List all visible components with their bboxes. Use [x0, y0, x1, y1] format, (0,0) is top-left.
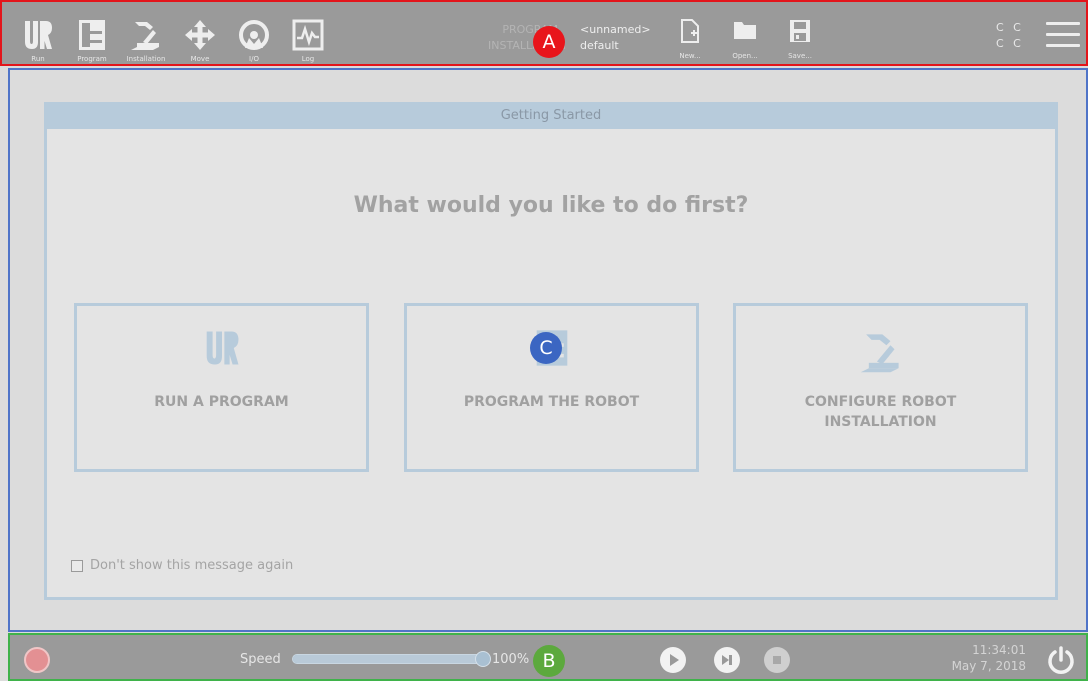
speed-slider[interactable] — [292, 651, 491, 667]
dialog-title: Getting Started — [47, 105, 1055, 129]
stop-icon — [773, 656, 781, 664]
nav-installation-label: Installation — [126, 55, 166, 63]
save-label: Save... — [788, 52, 812, 60]
new-button[interactable]: New... — [670, 8, 710, 64]
nav-program-button[interactable]: Program — [70, 6, 114, 64]
robot-arm-icon — [860, 334, 899, 373]
nav-io-label: I/O — [249, 55, 259, 63]
clock: 11:34:01 May 7, 2018 — [934, 642, 1026, 674]
dont-show-checkbox[interactable] — [71, 559, 83, 572]
new-file-icon — [681, 19, 699, 43]
folder-icon — [734, 22, 756, 39]
program-name: <unnamed> — [580, 23, 651, 36]
move-arrows-icon — [185, 20, 215, 50]
log-chart-icon — [292, 19, 324, 51]
program-robot-choice[interactable]: PROGRAM THE ROBOT — [404, 303, 699, 472]
nav-log-button[interactable]: Log — [286, 6, 330, 64]
open-label: Open... — [732, 52, 758, 60]
run-program-choice[interactable]: RUN A PROGRAM — [74, 303, 369, 472]
nav-program-label: Program — [77, 55, 107, 63]
speed-value: 100% — [492, 652, 530, 667]
io-gauge-icon — [239, 20, 269, 50]
ur-logo-icon — [206, 331, 238, 365]
dont-show-label: Don't show this message again — [90, 558, 294, 573]
nav-log-label: Log — [301, 55, 315, 63]
run-program-label: RUN A PROGRAM — [154, 394, 289, 410]
program-robot-label: PROGRAM THE ROBOT — [463, 394, 640, 410]
hamburger-menu-icon[interactable] — [1046, 22, 1080, 50]
save-button[interactable]: Save... — [780, 8, 820, 64]
play-button[interactable] — [660, 647, 686, 673]
dont-show-again[interactable]: Don't show this message again — [71, 558, 293, 573]
ur-logo-icon — [25, 21, 52, 49]
nav-run-button[interactable]: Run — [16, 6, 60, 64]
nav-move-button[interactable]: Move — [178, 6, 222, 64]
region-badge-b: B — [533, 645, 565, 677]
status-indicators: C C C C — [996, 20, 1032, 52]
nav-io-button[interactable]: I/O — [232, 6, 276, 64]
clock-time: 11:34:01 — [972, 643, 1026, 657]
robot-status-button[interactable] — [24, 647, 50, 673]
play-icon — [670, 654, 679, 666]
program-info-values: <unnamed> default — [580, 22, 670, 54]
speed-label: Speed — [240, 652, 281, 667]
clock-date: May 7, 2018 — [951, 659, 1026, 673]
program-icon — [79, 20, 105, 50]
speed-slider-fill — [293, 655, 483, 663]
status-line-1: C C — [996, 21, 1024, 34]
floppy-disk-icon — [790, 20, 810, 42]
speed-slider-thumb[interactable] — [475, 651, 491, 667]
nav-run-label: Run — [31, 55, 45, 63]
step-icon — [722, 655, 732, 665]
step-button[interactable] — [714, 647, 740, 673]
power-icon[interactable] — [1046, 645, 1076, 675]
nav-installation-button[interactable]: Installation — [124, 6, 168, 64]
status-line-2: C C — [996, 37, 1024, 50]
configure-installation-choice[interactable]: CONFIGURE ROBOT INSTALLATION — [733, 303, 1028, 472]
nav-move-label: Move — [190, 55, 210, 63]
installation-name: default — [580, 39, 619, 52]
region-badge-c: C — [530, 332, 562, 364]
dialog-question: What would you like to do first? — [353, 193, 749, 218]
region-badge-a: A — [533, 26, 565, 58]
robot-arm-icon — [131, 22, 159, 50]
open-button[interactable]: Open... — [725, 8, 765, 64]
new-label: New... — [679, 52, 701, 60]
configure-installation-label: CONFIGURE ROBOT INSTALLATION — [804, 394, 957, 430]
stop-button[interactable] — [764, 647, 790, 673]
